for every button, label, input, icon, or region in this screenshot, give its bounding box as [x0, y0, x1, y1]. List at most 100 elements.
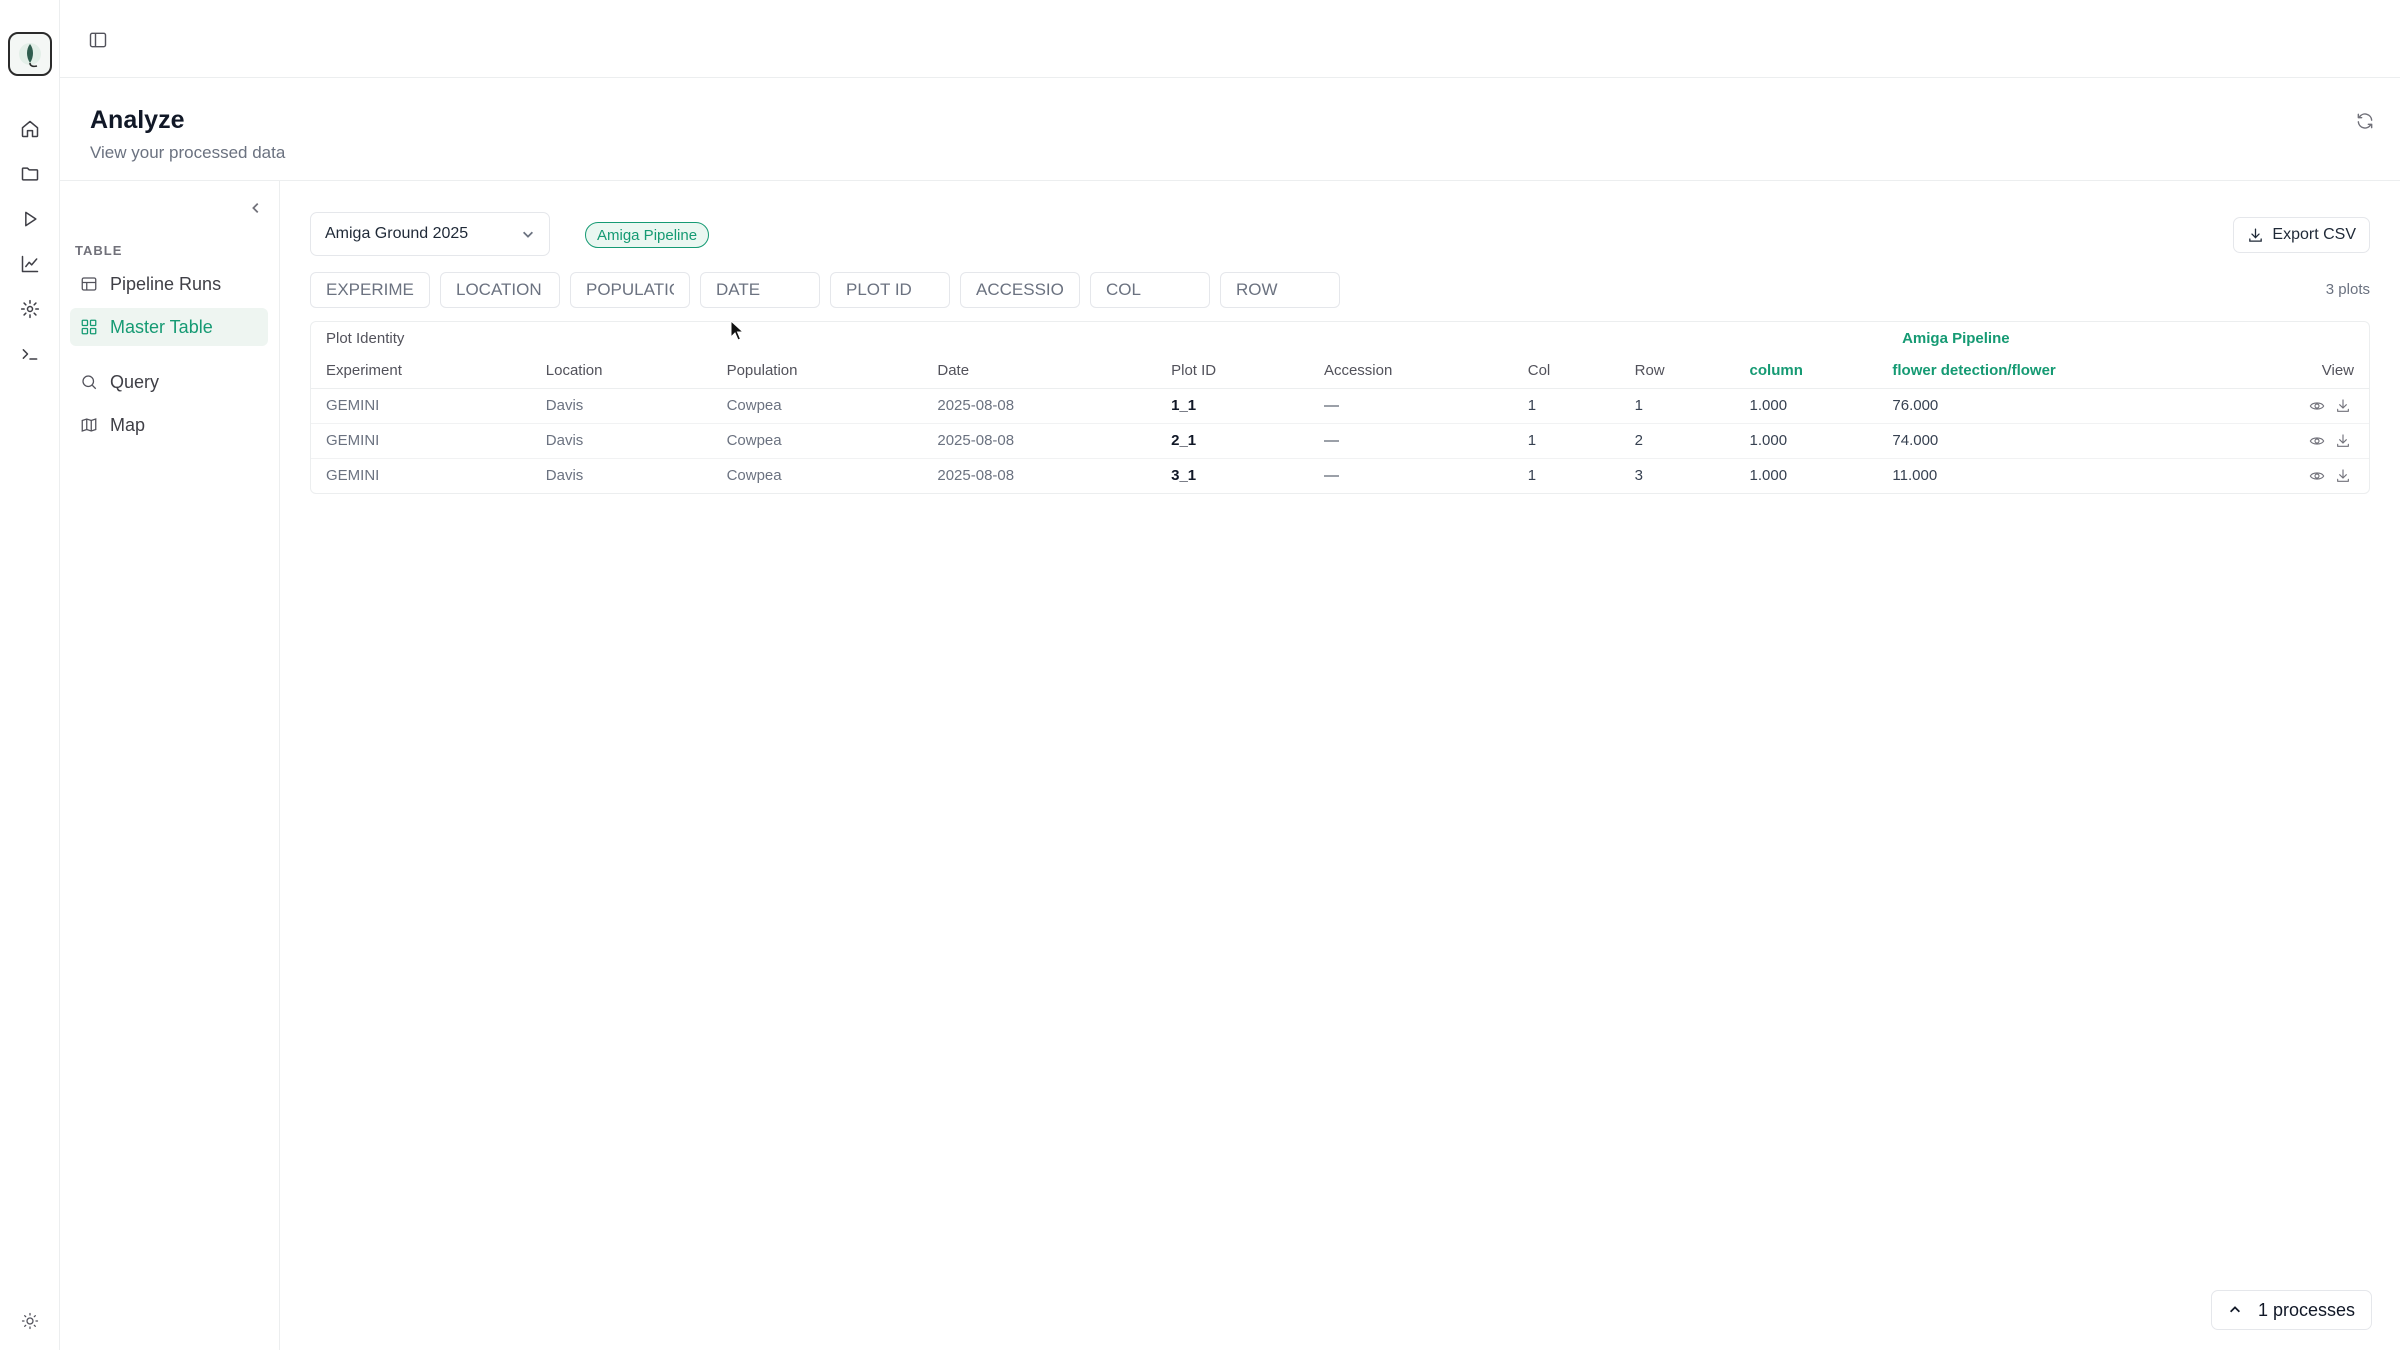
app-logo[interactable] — [8, 32, 52, 76]
download-plot-button[interactable] — [2332, 465, 2354, 487]
cell-flower-detection: 74.000 — [1877, 423, 2178, 459]
download-plot-button[interactable] — [2332, 395, 2354, 417]
export-csv-button[interactable]: Export CSV — [2233, 217, 2370, 253]
nav-files[interactable] — [14, 158, 46, 190]
top-bar — [60, 0, 2400, 78]
table-row: GEMINI Davis Cowpea 2025-08-08 3_1 — 1 3… — [311, 458, 2369, 493]
group-plot-identity: Plot Identity — [326, 329, 405, 347]
chevron-down-icon — [523, 231, 533, 238]
table-icon — [81, 277, 97, 291]
filter-date[interactable] — [700, 272, 820, 308]
collapse-sidebar-button[interactable] — [244, 196, 268, 220]
nav-run[interactable] — [14, 203, 46, 235]
sidebar-item-label: Pipeline Runs — [110, 273, 222, 294]
cell-col: 1 — [1512, 423, 1620, 459]
play-icon — [25, 211, 37, 227]
refresh-icon — [2357, 113, 2373, 129]
cell-experiment: GEMINI — [311, 423, 531, 459]
sidebar-toggle-button[interactable] — [82, 24, 114, 56]
col-header-experiment[interactable]: Experiment — [311, 354, 531, 389]
col-header-col[interactable]: Col — [1512, 354, 1620, 389]
cell-accession: — — [1308, 388, 1513, 424]
analyze-sidebar: TABLE Pipeline Runs Master Table Query M… — [60, 181, 280, 1350]
eye-icon — [2309, 401, 2325, 410]
view-plot-button[interactable] — [2306, 465, 2328, 487]
cell-flower-detection: 11.000 — [1892, 467, 1938, 485]
download-icon — [2249, 227, 2263, 242]
cell-location: Davis — [530, 388, 712, 424]
filter-col[interactable] — [1090, 272, 1210, 308]
col-header-plot-id[interactable]: Plot ID — [1156, 354, 1309, 389]
cell-column: 1.000 — [1734, 388, 1878, 424]
processes-label: 1 processes — [2257, 1299, 2355, 1320]
cell-column: 1.000 — [1749, 467, 1788, 485]
filter-experiment[interactable] — [310, 272, 430, 308]
gear-icon — [20, 299, 40, 319]
download-icon — [2337, 398, 2349, 412]
col-header-date[interactable]: Date — [922, 354, 1157, 389]
theme-toggle[interactable] — [14, 1305, 46, 1337]
cell-population: Cowpea — [726, 467, 782, 485]
download-icon — [2337, 433, 2349, 447]
col-header-location[interactable]: Location — [530, 354, 712, 389]
table-row: GEMINI Davis Cowpea 2025-08-08 1_1 — 1 1… — [311, 388, 2369, 424]
filter-accession[interactable] — [960, 272, 1080, 308]
logo-icon — [19, 43, 41, 68]
sidebar-item-pipeline-runs[interactable]: Pipeline Runs — [70, 265, 268, 303]
view-plot-button[interactable] — [2306, 395, 2328, 417]
cell-row: 3 — [1634, 467, 1643, 485]
filter-population[interactable] — [570, 272, 690, 308]
filter-location[interactable] — [440, 272, 560, 308]
nav-home[interactable] — [14, 113, 46, 145]
map-icon — [81, 418, 97, 432]
page-subtitle: View your processed data — [90, 143, 286, 162]
processes-button[interactable]: 1 processes — [2210, 1290, 2372, 1330]
sidebar-section-label: TABLE — [75, 243, 123, 258]
cell-plot-id: 1_1 — [1156, 388, 1309, 424]
group-empty — [2177, 322, 2369, 354]
col-header-accession[interactable]: Accession — [1308, 354, 1513, 389]
cell-plot-id: 3_1 — [1171, 467, 1197, 485]
cell-date: 2025-08-08 — [937, 467, 1015, 485]
col-header-column[interactable]: column — [1734, 354, 1878, 389]
cell-date: 2025-08-08 — [922, 423, 1157, 459]
nav-analyze[interactable] — [14, 248, 46, 280]
col-header-population[interactable]: Population — [711, 354, 923, 389]
sidebar-item-map[interactable]: Map — [70, 406, 268, 444]
mouse-cursor-icon — [730, 320, 744, 341]
grid-icon — [81, 319, 97, 335]
refresh-button[interactable] — [2350, 106, 2380, 136]
cell-location: Davis — [530, 423, 712, 459]
dataset-select[interactable]: Amiga Ground 2025 — [310, 212, 550, 256]
download-plot-button[interactable] — [2332, 430, 2354, 452]
sidebar-item-label: Master Table — [110, 316, 213, 337]
sidebar-item-label: Map — [110, 414, 146, 435]
sidebar-item-master-table[interactable]: Master Table — [70, 308, 268, 346]
sidebar-item-query[interactable]: Query — [70, 363, 268, 401]
filter-row[interactable] — [1220, 272, 1340, 308]
master-table: Plot Identity Amiga Pipeline Experiment … — [310, 321, 2370, 494]
col-header-flower-detection[interactable]: flower detection/flower — [1877, 354, 2178, 389]
cell-view-actions — [2177, 423, 2369, 459]
cell-flower-detection: 76.000 — [1877, 388, 2178, 424]
cell-experiment: GEMINI — [311, 388, 531, 424]
cell-row: 2 — [1619, 423, 1735, 459]
chart-icon — [21, 255, 39, 273]
eye-icon — [2309, 472, 2325, 480]
nav-settings[interactable] — [14, 293, 46, 325]
nav-terminal[interactable] — [14, 338, 46, 370]
page-title: Analyze — [90, 106, 185, 134]
pipeline-badge[interactable]: Amiga Pipeline — [585, 222, 710, 248]
cell-row: 1 — [1619, 388, 1735, 424]
terminal-icon — [22, 349, 38, 360]
cell-accession: — — [1323, 467, 1339, 485]
view-plot-button[interactable] — [2306, 430, 2328, 452]
col-header-row[interactable]: Row — [1619, 354, 1735, 389]
sun-icon — [21, 1312, 39, 1330]
cell-population: Cowpea — [711, 423, 923, 459]
cell-date: 2025-08-08 — [922, 388, 1157, 424]
cell-col: 1 — [1512, 388, 1620, 424]
cell-plot-id: 2_1 — [1156, 423, 1309, 459]
filter-plot-id[interactable] — [830, 272, 950, 308]
table-group-header: Plot Identity Amiga Pipeline — [311, 322, 2369, 354]
